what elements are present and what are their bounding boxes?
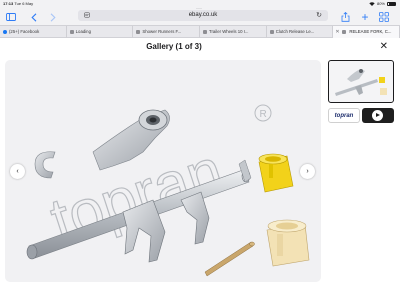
- previous-image-button[interactable]: ‹: [10, 164, 25, 179]
- c-clip: [34, 151, 56, 179]
- status-time: 17:13 Tue 6 May: [3, 1, 34, 6]
- page-favicon-icon: [136, 30, 141, 34]
- tab-label: Loading: [75, 29, 91, 34]
- close-tab-icon[interactable]: ✕: [335, 26, 339, 38]
- tab-label: Trailer Wheels 10 I...: [209, 29, 249, 34]
- page-favicon-icon: [203, 30, 208, 34]
- reload-icon[interactable]: ↻: [316, 10, 322, 21]
- next-image-button[interactable]: ›: [300, 164, 315, 179]
- cream-bushing: [266, 219, 310, 267]
- play-icon: [372, 110, 383, 121]
- product-image: topran R: [26, 104, 310, 277]
- browser-toolbar: ebay.co.uk ↻ ··· +: [0, 6, 400, 25]
- forward-icon[interactable]: [47, 11, 59, 23]
- address-bar[interactable]: ebay.co.uk ↻: [78, 10, 328, 21]
- new-tab-icon[interactable]: +: [359, 11, 371, 23]
- tab-label: RELEASE FORK, C...: [349, 29, 392, 34]
- back-icon[interactable]: [28, 11, 40, 23]
- thumbnail-1-image: [335, 69, 387, 96]
- tab-label: Shower Runners F...: [142, 29, 182, 34]
- gallery-title: Gallery (1 of 3): [146, 42, 202, 51]
- toolbar-dots[interactable]: ···: [196, 6, 202, 12]
- site-settings-icon[interactable]: [84, 12, 90, 18]
- tab-trailer-wheels[interactable]: Trailer Wheels 10 I...: [200, 26, 267, 38]
- close-gallery-button[interactable]: ✕: [380, 41, 388, 52]
- pin: [204, 241, 255, 277]
- tab-bar: (25+) Facebook Loading Shower Runners F.…: [0, 25, 400, 38]
- page-favicon-icon: [269, 30, 274, 34]
- facebook-favicon-icon: [3, 30, 7, 34]
- status-right: 80%: [369, 0, 396, 7]
- tab-loading[interactable]: Loading: [67, 26, 134, 38]
- tab-release-fork[interactable]: ✕ RELEASE FORK, C...: [333, 26, 400, 38]
- thumbnail-1[interactable]: [328, 60, 394, 103]
- sidebar-toggle-icon[interactable]: [5, 11, 17, 23]
- gallery-modal: Gallery (1 of 3) ✕ topran R ‹ › topran: [0, 38, 400, 300]
- share-icon[interactable]: [339, 11, 351, 23]
- tab-label: Clutch Release Le...: [275, 29, 315, 34]
- battery-icon: [387, 1, 396, 6]
- page-favicon-icon: [69, 30, 74, 34]
- yellow-bushing: [258, 153, 294, 193]
- svg-text:R: R: [260, 109, 267, 120]
- tab-overview-icon[interactable]: [378, 11, 390, 23]
- thumbnail-2[interactable]: topran: [328, 108, 360, 123]
- tab-shower-runners[interactable]: Shower Runners F...: [133, 26, 201, 38]
- main-image-viewer[interactable]: topran R ‹ ›: [5, 60, 321, 282]
- battery-percent: 80%: [376, 1, 385, 6]
- page-favicon-icon: [342, 30, 347, 34]
- thumbnail-brand-logo: topran: [334, 113, 354, 119]
- tab-label: (25+) Facebook: [9, 29, 40, 34]
- url-text: ebay.co.uk: [188, 12, 218, 18]
- tab-clutch-release[interactable]: Clutch Release Le...: [267, 26, 334, 38]
- wifi-icon: [369, 1, 375, 6]
- tab-facebook[interactable]: (25+) Facebook: [0, 26, 67, 38]
- thumbnail-3-video[interactable]: [362, 108, 394, 123]
